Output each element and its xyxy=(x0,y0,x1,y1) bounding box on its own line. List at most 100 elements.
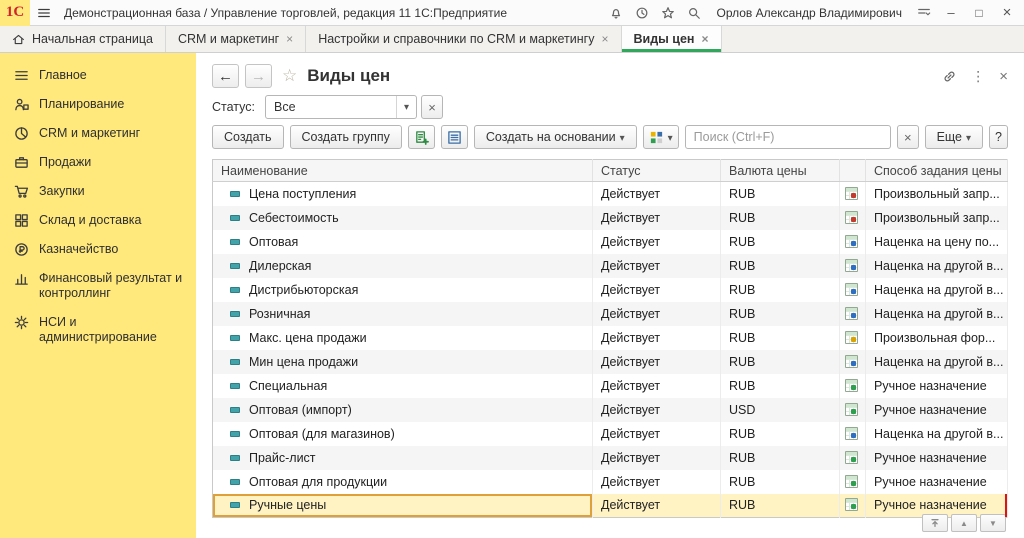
coin-icon xyxy=(14,242,29,257)
1c-logo: 1С xyxy=(0,0,30,26)
create-based-on-button[interactable]: Создать на основании xyxy=(474,125,637,149)
close-window-button[interactable] xyxy=(994,2,1020,24)
create-button[interactable]: Создать xyxy=(212,125,284,149)
price-method-icon xyxy=(845,283,858,296)
tab-label: CRM и маркетинг xyxy=(178,32,279,46)
table-row[interactable]: Прайс-листДействуетRUBРучное назначение xyxy=(213,446,1008,470)
copy-item-button[interactable] xyxy=(408,125,435,149)
method-cell: Наценка на другой в... xyxy=(866,422,1008,446)
combo-dropdown-icon[interactable] xyxy=(396,96,416,118)
table-row[interactable]: ДистрибьюторскаяДействуетRUBНаценка на д… xyxy=(213,278,1008,302)
more-button[interactable]: Еще xyxy=(925,125,983,149)
currency-cell: RUB xyxy=(721,278,840,302)
method-icon-cell xyxy=(840,494,866,518)
cart-icon xyxy=(14,184,29,199)
tab-close-icon[interactable] xyxy=(701,32,708,46)
table-row[interactable]: Оптовая (импорт)ДействуетUSDРучное назна… xyxy=(213,398,1008,422)
sidebar-item-main[interactable]: Главное xyxy=(0,61,196,90)
form-close-icon[interactable] xyxy=(999,68,1008,85)
table-row[interactable]: Макс. цена продажиДействуетRUBПроизвольн… xyxy=(213,326,1008,350)
method-cell: Ручное назначение xyxy=(866,446,1008,470)
sidebar-item-purchases[interactable]: Закупки xyxy=(0,177,196,206)
table-row-selected[interactable]: Ручные ценыДействуетRUBРучное назначение xyxy=(213,494,1008,518)
sidebar-item-warehouse[interactable]: Склад и доставка xyxy=(0,206,196,235)
sidebar-item-crm[interactable]: CRM и маркетинг xyxy=(0,119,196,148)
sidebar-item-admin[interactable]: НСИ и администрирование xyxy=(0,308,196,352)
tab-home[interactable]: Начальная страница xyxy=(0,26,166,52)
method-cell: Наценка на другой в... xyxy=(866,254,1008,278)
crm-icon xyxy=(14,126,29,141)
tab-crm-marketing[interactable]: CRM и маркетинг xyxy=(166,26,306,52)
scroll-to-top-button[interactable] xyxy=(922,514,948,532)
list-view-button[interactable] xyxy=(441,125,468,149)
status-cell: Действует xyxy=(593,230,721,254)
column-header-currency[interactable]: Валюта цены xyxy=(721,160,840,182)
notifications-bell-icon[interactable] xyxy=(604,2,628,24)
gear-icon xyxy=(14,315,29,330)
search-clear-button[interactable] xyxy=(897,125,919,149)
column-header-status[interactable]: Статус xyxy=(593,160,721,182)
price-method-icon xyxy=(845,211,858,224)
currency-cell: RUB xyxy=(721,470,840,494)
status-cell: Действует xyxy=(593,206,721,230)
status-filter-clear-button[interactable] xyxy=(421,95,443,119)
help-button[interactable]: ? xyxy=(989,125,1008,149)
list-toolbar: Создать Создать группу Создать на основа… xyxy=(212,121,1008,153)
table-row[interactable]: РозничнаяДействуетRUBНаценка на другой в… xyxy=(213,302,1008,326)
application-window: 1С Демонстрационная база / Управление то… xyxy=(0,0,1024,538)
tab-price-types[interactable]: Виды цен xyxy=(622,26,722,52)
add-favorite-star-icon[interactable] xyxy=(282,66,297,86)
sidebar-item-sales[interactable]: Продажи xyxy=(0,148,196,177)
table-row[interactable]: Оптовая для продукцииДействуетRUBРучное … xyxy=(213,470,1008,494)
reports-menu-button[interactable] xyxy=(643,125,679,149)
status-cell: Действует xyxy=(593,278,721,302)
table-row[interactable]: Мин цена продажиДействуетRUBНаценка на д… xyxy=(213,350,1008,374)
list-icon xyxy=(447,130,462,145)
back-button[interactable] xyxy=(212,64,239,88)
status-cell: Действует xyxy=(593,470,721,494)
price-types-list: Наименование Статус Валюта цены Способ з… xyxy=(212,159,1008,518)
currency-cell: RUB xyxy=(721,230,840,254)
form-more-menu-icon[interactable] xyxy=(971,68,985,85)
search-input[interactable] xyxy=(685,125,891,149)
table-row[interactable]: Цена поступленияДействуетRUBПроизвольный… xyxy=(213,182,1008,206)
tab-crm-settings[interactable]: Настройки и справочники по CRM и маркети… xyxy=(306,26,621,52)
global-search-icon[interactable] xyxy=(682,2,706,24)
table-row[interactable]: ДилерскаяДействуетRUBНаценка на другой в… xyxy=(213,254,1008,278)
reports-icon xyxy=(649,130,664,145)
forward-button[interactable] xyxy=(245,64,272,88)
column-header-method[interactable]: Способ задания цены xyxy=(866,160,1008,182)
create-group-button[interactable]: Создать группу xyxy=(290,125,402,149)
current-user[interactable]: Орлов Александр Владимирович xyxy=(716,6,902,20)
column-header-name[interactable]: Наименование xyxy=(213,160,593,182)
scroll-up-button[interactable] xyxy=(951,514,977,532)
service-menu-icon[interactable] xyxy=(912,2,936,24)
method-cell: Ручное назначение xyxy=(866,470,1008,494)
status-cell: Действует xyxy=(593,182,721,206)
sidebar-item-finance[interactable]: Финансовый результат и контроллинг xyxy=(0,264,196,308)
main-menu-icon[interactable] xyxy=(30,6,58,20)
table-row[interactable]: СпециальнаяДействуетRUBРучное назначение xyxy=(213,374,1008,398)
method-icon-cell xyxy=(840,182,866,206)
maximize-button[interactable] xyxy=(966,2,992,24)
method-cell: Произвольный запр... xyxy=(866,182,1008,206)
scroll-down-button[interactable] xyxy=(980,514,1006,532)
sidebar-item-label: Закупки xyxy=(39,184,85,199)
briefcase-icon xyxy=(14,155,29,170)
history-icon[interactable] xyxy=(630,2,654,24)
table-row[interactable]: Оптовая (для магазинов)ДействуетRUBНацен… xyxy=(213,422,1008,446)
get-link-icon[interactable] xyxy=(942,69,957,84)
table-row[interactable]: СебестоимостьДействуетRUBПроизвольный за… xyxy=(213,206,1008,230)
table-row[interactable]: ОптоваяДействуетRUBНаценка на цену по... xyxy=(213,230,1008,254)
method-cell: Наценка на цену по... xyxy=(866,230,1008,254)
price-types-form: Виды цен Статус: Все Создать Создать гру… xyxy=(196,53,1024,538)
sidebar-item-treasury[interactable]: Казначейство xyxy=(0,235,196,264)
column-header-method-icon[interactable] xyxy=(840,160,866,182)
tab-close-icon[interactable] xyxy=(286,32,293,46)
favorites-star-icon[interactable] xyxy=(656,2,680,24)
tab-close-icon[interactable] xyxy=(601,32,608,46)
status-filter-value: Все xyxy=(266,100,396,114)
status-filter-combobox[interactable]: Все xyxy=(265,95,417,119)
sidebar-item-planning[interactable]: Планирование xyxy=(0,90,196,119)
minimize-button[interactable] xyxy=(938,2,964,24)
